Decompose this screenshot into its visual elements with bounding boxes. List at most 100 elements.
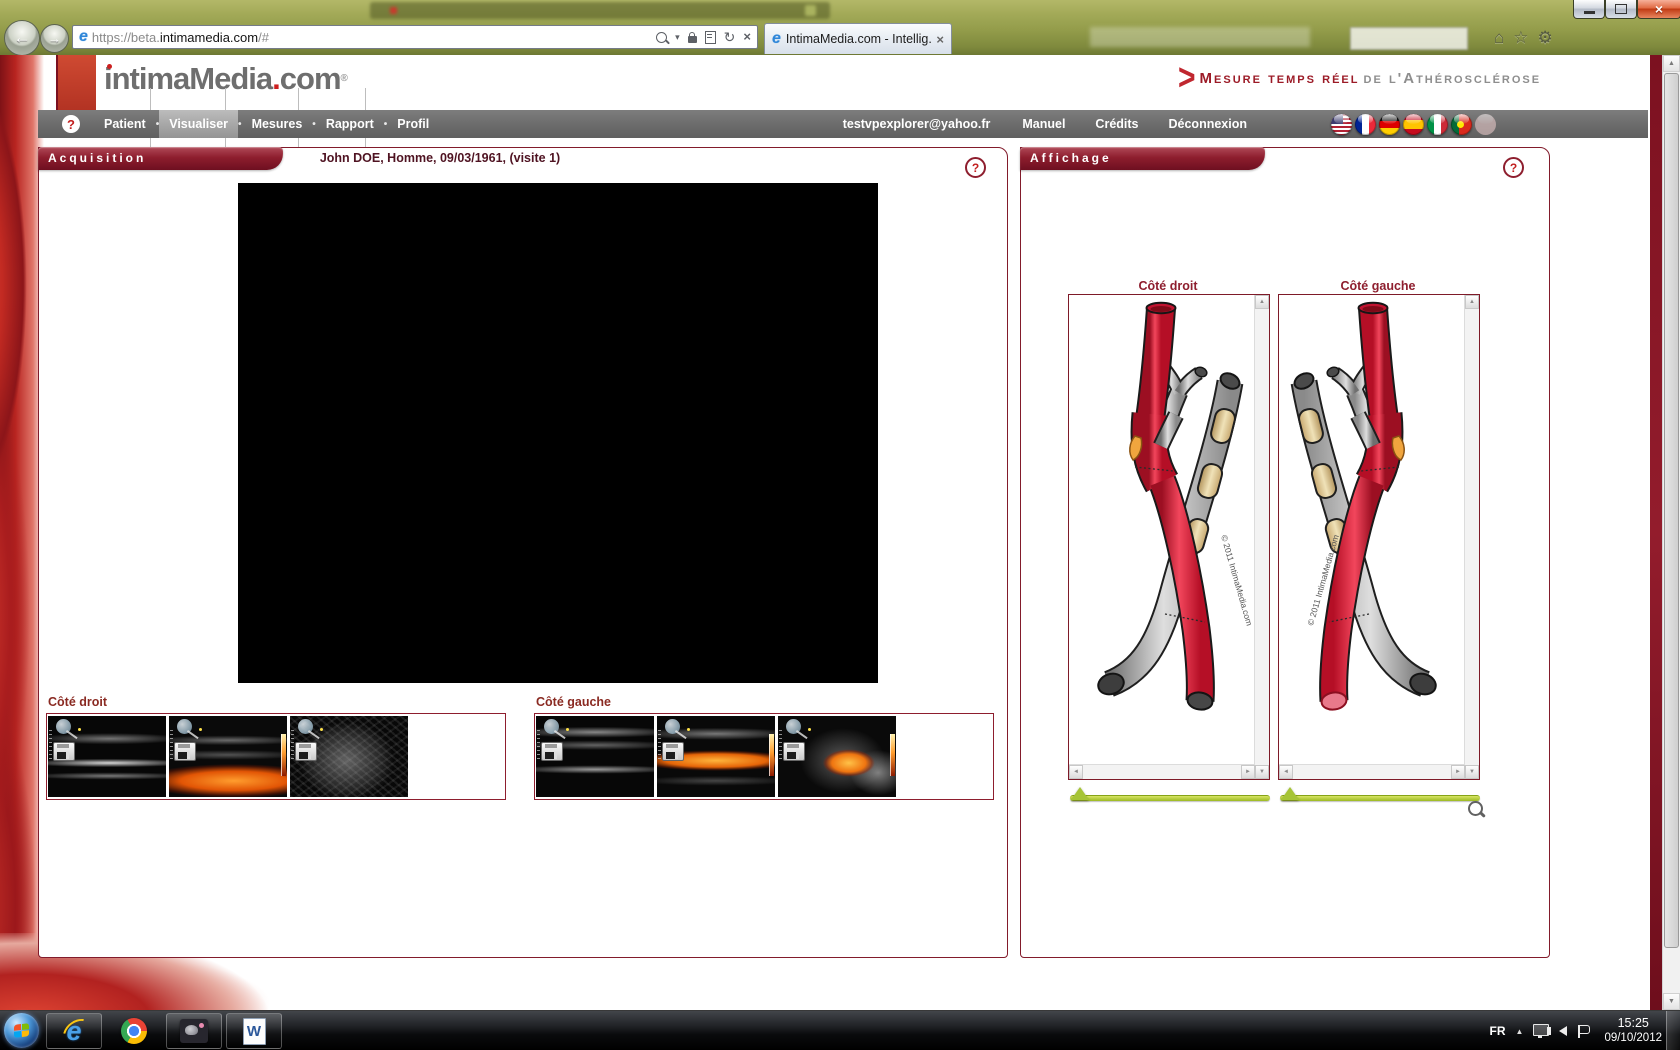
flag-portugal-icon[interactable] [1451, 114, 1472, 135]
scroll-left-icon[interactable]: ◄ [1069, 765, 1083, 779]
ultrasound-thumbnail[interactable] [536, 716, 654, 797]
scroll-down-icon[interactable]: ▼ [1465, 765, 1479, 779]
save-icon[interactable] [295, 742, 317, 761]
carotid-diagram-right-box[interactable]: © 2011 IntimaMedia.com ▲ ▼ ◄ ► [1068, 294, 1270, 780]
nav-help-icon[interactable]: ? [62, 115, 80, 133]
screen: × ← → e https://beta.intimamedia.com/# ▾… [0, 0, 1680, 1050]
ultrasound-thumbnail[interactable] [169, 716, 287, 797]
nav-link-credits[interactable]: Crédits [1095, 117, 1138, 131]
scroll-up-icon[interactable]: ▲ [1255, 295, 1269, 309]
maximize-icon [1615, 4, 1627, 14]
acquisition-help-icon[interactable]: ? [965, 157, 986, 178]
flag-spain-icon[interactable] [1403, 114, 1424, 135]
affichage-panel-title: Affichage [1020, 147, 1265, 170]
hidden-icons-chevron[interactable]: ▲ [1516, 1027, 1524, 1036]
save-icon[interactable] [541, 742, 563, 761]
save-icon[interactable] [662, 742, 684, 761]
zoom-slider-left[interactable] [1280, 788, 1480, 804]
carotid-diagram-left-box[interactable]: © 2011 IntimaMedia.com ▲ ▼ ◄ ► [1278, 294, 1480, 780]
zoom-slider-right[interactable] [1070, 788, 1270, 804]
slider-thumb[interactable] [1281, 787, 1299, 800]
scroll-up-icon[interactable]: ▲ [1663, 55, 1680, 72]
nav-item-rapport[interactable]: Rapport [316, 110, 384, 138]
probe-watermark-icon [665, 719, 680, 734]
slider-track[interactable] [1070, 795, 1270, 801]
home-icon[interactable]: ⌂ [1494, 28, 1504, 48]
chrome-icon [121, 1018, 147, 1044]
action-center-flag-icon[interactable] [1579, 1025, 1590, 1034]
show-desktop-button[interactable] [1666, 1011, 1680, 1050]
magnifier-icon[interactable] [1468, 801, 1483, 816]
slider-track[interactable] [1280, 795, 1480, 801]
save-icon[interactable] [53, 742, 75, 761]
flag-france-icon[interactable] [1355, 114, 1376, 135]
clock-time: 15:25 [1604, 1016, 1662, 1031]
volume-icon[interactable] [1559, 1026, 1567, 1036]
probe-watermark-icon [786, 719, 801, 734]
taskbar-ie-button[interactable]: e [46, 1013, 102, 1049]
browser-back-button[interactable]: ← [4, 20, 40, 56]
header-red-block [58, 55, 96, 110]
ultrasound-thumbnail[interactable] [48, 716, 166, 797]
diagram-vertical-scrollbar[interactable] [1254, 295, 1269, 765]
taskbar-word-button[interactable]: W [226, 1013, 282, 1049]
scroll-up-icon[interactable]: ▲ [1465, 295, 1479, 309]
flag-germany-icon[interactable] [1379, 114, 1400, 135]
clock[interactable]: 15:25 09/10/2012 [1604, 1016, 1662, 1046]
slider-thumb[interactable] [1071, 787, 1089, 800]
page-scrollbar-thumb[interactable] [1664, 73, 1679, 948]
refresh-icon[interactable]: ↻ [724, 31, 736, 43]
scroll-right-icon[interactable]: ► [1241, 765, 1255, 779]
browser-toolbar-icons: ⌂ ☆ ⚙ [1494, 28, 1553, 48]
affichage-help-icon[interactable]: ? [1503, 157, 1524, 178]
tagline-chevron-icon: > [1178, 62, 1196, 95]
ultrasound-main-image [238, 183, 878, 683]
diagram-horizontal-scrollbar[interactable]: ◄ ► [1069, 764, 1255, 779]
url-text[interactable]: https://beta.intimamedia.com/# [92, 30, 652, 45]
lock-icon[interactable] [688, 36, 697, 43]
save-icon[interactable] [783, 742, 805, 761]
compatibility-view-icon[interactable] [705, 31, 716, 44]
nav-link-manuel[interactable]: Manuel [1022, 117, 1065, 131]
nav-item-mesures[interactable]: Mesures [242, 110, 313, 138]
nav-item-visualiser[interactable]: Visualiser [159, 110, 238, 138]
scroll-left-icon[interactable]: ◄ [1279, 765, 1293, 779]
scroll-down-icon[interactable]: ▼ [1663, 993, 1680, 1010]
window-close-button[interactable]: × [1637, 0, 1680, 19]
stop-icon[interactable]: × [743, 31, 751, 43]
start-button[interactable] [4, 1013, 39, 1048]
flag-usa-icon[interactable] [1331, 114, 1352, 135]
browser-forward-button[interactable]: → [40, 24, 69, 53]
marker-dot [808, 728, 811, 731]
ultrasound-thumbnail[interactable] [657, 716, 775, 797]
diagram-left-side-label: Côté gauche [1278, 279, 1478, 293]
diagram-vertical-scrollbar[interactable] [1464, 295, 1479, 765]
browser-tab[interactable]: e IntimaMedia.com - Intellig... × [764, 23, 952, 54]
diagram-horizontal-scrollbar[interactable]: ◄ ► [1279, 764, 1465, 779]
ultrasound-thumbnail[interactable] [778, 716, 896, 797]
address-bar[interactable]: e https://beta.intimamedia.com/# ▾ ↻ × [72, 25, 758, 49]
chevron-down-icon[interactable]: ▾ [675, 32, 680, 43]
scroll-right-icon[interactable]: ► [1451, 765, 1465, 779]
window-maximize-button[interactable] [1605, 0, 1637, 19]
save-icon[interactable] [174, 742, 196, 761]
language-indicator[interactable]: FR [1490, 1024, 1506, 1038]
window-minimize-button[interactable] [1573, 0, 1605, 19]
ultrasound-thumbnail[interactable] [290, 716, 408, 797]
flag-italy-icon[interactable] [1427, 114, 1448, 135]
taskbar-chrome-button[interactable] [106, 1013, 162, 1049]
tab-close-icon[interactable]: × [936, 32, 944, 47]
nav-link-deconnexion[interactable]: Déconnexion [1169, 117, 1248, 131]
star-icon[interactable]: ☆ [1513, 28, 1528, 48]
nav-item-profil[interactable]: Profil [387, 110, 439, 138]
nav-item-patient[interactable]: Patient [94, 110, 156, 138]
scroll-down-icon[interactable]: ▼ [1255, 765, 1269, 779]
gear-icon[interactable]: ⚙ [1538, 28, 1553, 48]
page-scrollbar[interactable]: ▲ ▼ [1662, 55, 1680, 1010]
carotid-diagram-left: © 2011 IntimaMedia.com [1279, 296, 1465, 766]
background-window-titlebar [370, 2, 830, 19]
search-icon[interactable] [656, 32, 667, 43]
taskbar: e W FR ▲ 15:25 09/10/2012 [0, 1010, 1680, 1050]
page-right-stripe [1650, 55, 1662, 1010]
taskbar-app-button[interactable] [166, 1013, 222, 1049]
